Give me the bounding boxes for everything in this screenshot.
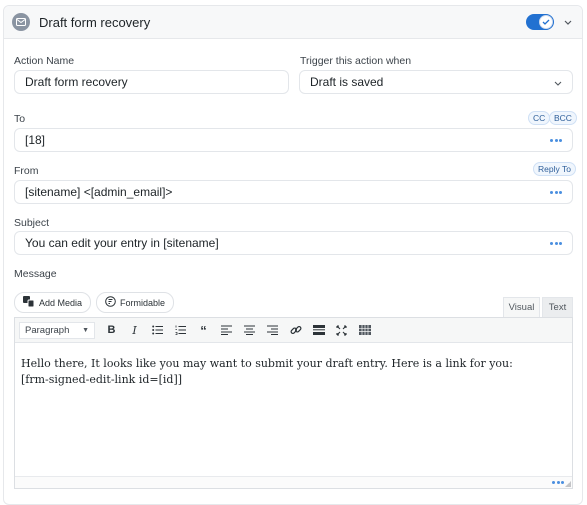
action-name-input[interactable]: Draft form recovery	[14, 70, 289, 94]
read-more-icon[interactable]	[312, 324, 325, 337]
message-editor[interactable]: Paragraph ▼ B I “ Hello there, It looks …	[14, 317, 573, 489]
tab-text[interactable]: Text	[542, 297, 573, 317]
resize-handle-icon[interactable]	[565, 481, 571, 487]
subject-input[interactable]: You can edit your entry in [sitename]	[14, 231, 573, 255]
add-media-button[interactable]: Add Media	[14, 292, 92, 313]
message-label: Message	[14, 268, 57, 280]
bullet-list-icon[interactable]	[151, 324, 164, 337]
align-left-icon[interactable]	[220, 324, 233, 337]
trigger-value: Draft is saved	[310, 75, 384, 89]
action-name-label: Action Name	[14, 55, 75, 67]
action-enabled-toggle[interactable]	[526, 14, 554, 30]
formidable-icon	[105, 296, 116, 309]
trigger-label: Trigger this action when	[300, 55, 412, 67]
more-options-icon[interactable]	[552, 481, 564, 484]
add-media-label: Add Media	[39, 297, 83, 308]
action-header[interactable]: Draft form recovery	[4, 6, 582, 39]
from-input[interactable]: [sitename] <[admin_email]>	[14, 180, 573, 204]
subject-label: Subject	[14, 217, 50, 229]
formidable-label: Formidable	[120, 297, 166, 308]
more-options-icon[interactable]	[550, 241, 562, 245]
italic-icon[interactable]: I	[128, 324, 141, 337]
cc-button[interactable]: CC	[528, 111, 551, 125]
to-input[interactable]: [18]	[14, 128, 573, 152]
message-line: [frm-signed-edit-link id=[id]]	[21, 373, 183, 386]
to-label: To	[14, 113, 26, 125]
caret-down-icon: ▼	[82, 326, 89, 334]
bcc-button[interactable]: BCC	[549, 111, 577, 125]
mail-icon	[12, 13, 30, 31]
formidable-button[interactable]: Formidable	[96, 292, 175, 313]
chevron-down-icon[interactable]	[562, 16, 574, 28]
action-title: Draft form recovery	[39, 14, 151, 30]
more-options-icon[interactable]	[550, 138, 562, 142]
bold-icon[interactable]: B	[105, 324, 118, 337]
toolbar-toggle-icon[interactable]	[358, 324, 371, 337]
align-center-icon[interactable]	[243, 324, 256, 337]
reply-to-button[interactable]: Reply To	[533, 162, 576, 176]
check-icon	[539, 15, 553, 29]
fullscreen-icon[interactable]	[335, 324, 348, 337]
chevron-down-icon	[554, 75, 562, 89]
from-value: [sitename] <[admin_email]>	[25, 185, 173, 199]
action-name-value: Draft form recovery	[25, 75, 128, 89]
tab-visual[interactable]: Visual	[503, 297, 540, 317]
link-icon[interactable]	[289, 324, 302, 337]
more-options-icon[interactable]	[550, 190, 562, 194]
trigger-select[interactable]: Draft is saved	[299, 70, 573, 94]
from-label: From	[14, 165, 39, 177]
format-value: Paragraph	[25, 324, 70, 336]
subject-value: You can edit your entry in [sitename]	[25, 236, 219, 250]
to-value: [18]	[25, 133, 46, 147]
format-select[interactable]: Paragraph ▼	[19, 321, 95, 339]
align-right-icon[interactable]	[266, 324, 279, 337]
add-media-icon	[23, 296, 35, 309]
message-line: Hello there, It looks like you may want …	[21, 357, 513, 370]
message-content[interactable]: Hello there, It looks like you may want …	[15, 343, 572, 401]
blockquote-icon[interactable]: “	[197, 323, 210, 338]
editor-toolbar: Paragraph ▼ B I “	[15, 318, 572, 343]
numbered-list-icon[interactable]	[174, 324, 187, 337]
editor-statusbar	[15, 476, 572, 488]
